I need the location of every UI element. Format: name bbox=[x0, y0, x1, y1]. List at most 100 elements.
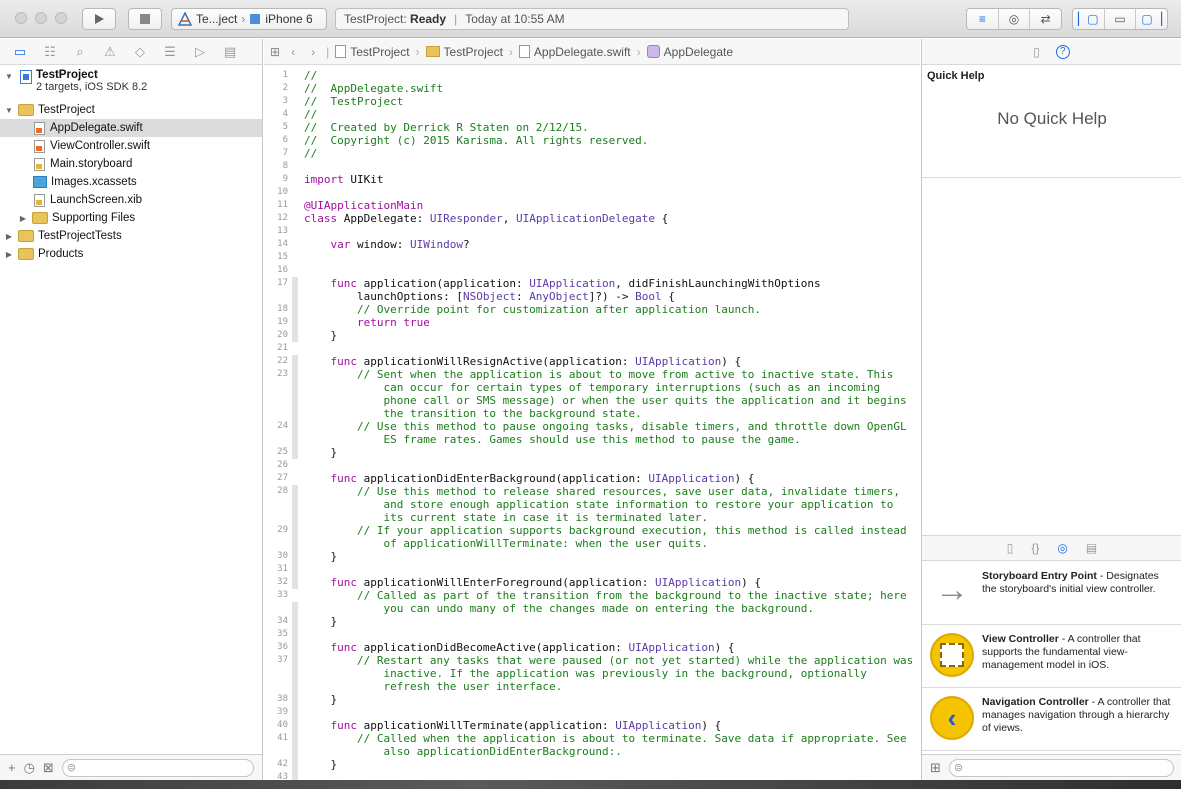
code-line: 37 // Restart any tasks that were paused… bbox=[264, 654, 920, 667]
navigator-toggle-icon[interactable]: ▏▢ bbox=[1073, 9, 1105, 29]
breakpoint-navigator-icon[interactable]: ▷ bbox=[190, 44, 210, 60]
filter-icon: ⊜ bbox=[66, 762, 77, 774]
disclosure-closed-icon[interactable]: ▶ bbox=[4, 250, 14, 259]
code-line: 4 // bbox=[264, 108, 920, 121]
tree-item-appdelegate-swift[interactable]: AppDelegate.swift bbox=[0, 119, 262, 137]
related-items-icon[interactable]: ⊞ bbox=[270, 45, 280, 59]
quick-help-title: Quick Help bbox=[927, 70, 985, 82]
tree-item-images-xcassets[interactable]: Images.xcassets bbox=[0, 173, 262, 191]
utilities-toggle-icon[interactable]: ▢▕ bbox=[1136, 9, 1167, 29]
stop-button[interactable] bbox=[128, 8, 162, 30]
library-item-view-controller[interactable]: View Controller - A controller that supp… bbox=[922, 625, 1181, 688]
debug-navigator-icon[interactable]: ☰ bbox=[160, 44, 180, 60]
navigator-filter-field[interactable]: ⊜ bbox=[61, 758, 254, 777]
disclosure-closed-icon[interactable]: ▶ bbox=[4, 232, 14, 241]
code-snippet-icon[interactable]: {} bbox=[1031, 541, 1039, 555]
breadcrumb-project[interactable]: TestProject bbox=[335, 45, 410, 59]
tree-item-supporting-files[interactable]: ▶ Supporting Files bbox=[0, 209, 262, 227]
file-inspector-icon[interactable]: ▯ bbox=[1033, 45, 1040, 59]
code-line: 34 } bbox=[264, 615, 920, 628]
line-number: 30 bbox=[277, 551, 288, 561]
tree-item-viewcontroller-swift[interactable]: ViewController.swift bbox=[0, 137, 262, 155]
find-navigator-icon[interactable]: ⌕ bbox=[70, 44, 90, 60]
view-controller-icon bbox=[930, 633, 974, 677]
breadcrumb-group[interactable]: TestProject bbox=[425, 45, 503, 59]
code-line: 6 // Copyright (c) 2015 Karisma. All righ… bbox=[264, 134, 920, 147]
code-fold-ribbon[interactable] bbox=[292, 355, 298, 459]
standard-editor-icon[interactable]: ≡ bbox=[967, 9, 999, 29]
report-navigator-icon[interactable]: ▤ bbox=[220, 44, 240, 60]
close-window-button[interactable] bbox=[15, 12, 27, 24]
zoom-window-button[interactable] bbox=[55, 12, 67, 24]
media-library-icon[interactable]: ▤ bbox=[1086, 541, 1097, 555]
disclosure-closed-icon[interactable]: ▶ bbox=[18, 214, 28, 223]
code-text: // Sent when the application is about to… bbox=[304, 368, 894, 381]
code-line: 9 import UIKit bbox=[264, 173, 920, 186]
line-number: 11 bbox=[277, 200, 288, 210]
breadcrumb-chevron: › bbox=[508, 44, 513, 59]
add-icon[interactable]: + bbox=[8, 760, 16, 775]
code-line: 5 // Created by Derrick R Staten on 2/12/… bbox=[264, 121, 920, 134]
forward-arrow-icon[interactable]: › bbox=[306, 45, 320, 59]
code-text: func application(application: UIApplicat… bbox=[330, 277, 821, 290]
scheme-project-label: Te...ject bbox=[196, 12, 238, 26]
version-editor-icon[interactable]: ⇄ bbox=[1030, 9, 1061, 29]
assistant-editor-icon[interactable]: ◎ bbox=[999, 9, 1031, 29]
issue-navigator-icon[interactable]: ⚠ bbox=[100, 44, 120, 60]
recent-files-icon[interactable]: ◷ bbox=[24, 760, 35, 776]
code-line: 40 func applicationWillTerminate(applica… bbox=[264, 719, 920, 732]
line-number: 41 bbox=[277, 733, 288, 743]
breadcrumb-label: AppDelegate.swift bbox=[533, 44, 631, 59]
tree-item-label: Supporting Files bbox=[52, 212, 136, 224]
source-editor-pane: ⊞ ‹ › | TestProject › TestProject › AppD… bbox=[264, 39, 920, 780]
code-fold-ribbon[interactable] bbox=[292, 667, 298, 745]
tree-item-products[interactable]: ▶ Products bbox=[0, 245, 262, 263]
library-filter-field[interactable]: ⊜ bbox=[948, 758, 1174, 777]
breadcrumb-chevron: › bbox=[636, 44, 641, 59]
library-item-storyboard-entry-point[interactable]: → Storyboard Entry Point - Designates th… bbox=[922, 562, 1181, 625]
breadcrumb-symbol[interactable]: AppDelegate bbox=[646, 45, 733, 59]
tree-item-label: Main.storyboard bbox=[50, 158, 133, 170]
inspector-divider bbox=[922, 177, 1181, 178]
library-footer: ⊞ ⊜ bbox=[922, 754, 1181, 780]
tree-item-launchscreen-xib[interactable]: LaunchScreen.xib bbox=[0, 191, 262, 209]
file-template-icon[interactable]: ▯ bbox=[1007, 541, 1014, 555]
disclosure-open-icon[interactable]: ▼ bbox=[4, 72, 14, 81]
tree-item-testproject[interactable]: ▼ TestProject bbox=[0, 101, 262, 119]
line-number: 15 bbox=[277, 252, 288, 262]
run-button[interactable] bbox=[82, 8, 116, 30]
code-fold-ribbon[interactable] bbox=[292, 745, 298, 780]
code-area[interactable]: 1//2// AppDelegate.swift 3// TestProject 4… bbox=[264, 67, 920, 780]
code-fold-ribbon[interactable] bbox=[292, 485, 298, 589]
code-line: 31 bbox=[264, 563, 920, 576]
test-navigator-icon[interactable]: ◇ bbox=[130, 44, 150, 60]
asset-catalog-icon bbox=[33, 176, 47, 188]
line-number: 32 bbox=[277, 577, 288, 587]
editor-mode-control: ≡ ◎ ⇄ bbox=[966, 8, 1062, 30]
code-text: // Copyright (c) 2015 Karisma. All right… bbox=[304, 134, 649, 147]
line-number: 12 bbox=[277, 213, 288, 223]
project-root-row[interactable]: ▼ TestProject 2 targets, iOS SDK 8.2 bbox=[0, 67, 262, 101]
scm-status-icon[interactable]: ⊠ bbox=[43, 760, 54, 776]
library-item-navigation-controller[interactable]: ‹ Navigation Controller - A controller t… bbox=[922, 688, 1181, 751]
code-line: 3 // TestProject bbox=[264, 95, 920, 108]
symbol-navigator-icon[interactable]: ☷ bbox=[40, 44, 60, 60]
code-fold-ribbon[interactable] bbox=[292, 277, 298, 342]
code-fold-ribbon[interactable] bbox=[292, 602, 298, 667]
grid-view-icon[interactable]: ⊞ bbox=[930, 760, 941, 776]
minimize-window-button[interactable] bbox=[35, 12, 47, 24]
tree-item-main-storyboard[interactable]: Main.storyboard bbox=[0, 155, 262, 173]
code-line: of applicationWillTerminate: when the us… bbox=[264, 537, 920, 550]
debug-toggle-icon[interactable]: ▭ bbox=[1105, 9, 1137, 29]
project-navigator-icon[interactable]: ▭ bbox=[10, 44, 30, 60]
breadcrumb-file[interactable]: AppDelegate.swift bbox=[518, 44, 631, 59]
back-arrow-icon[interactable]: ‹ bbox=[286, 45, 300, 59]
code-text: // Override point for customization afte… bbox=[304, 303, 761, 316]
tree-item-testprojecttests[interactable]: ▶ TestProjectTests bbox=[0, 227, 262, 245]
disclosure-open-icon[interactable]: ▼ bbox=[4, 106, 14, 115]
code-text: import UIKit bbox=[304, 173, 384, 186]
object-library-icon[interactable]: ◎ bbox=[1057, 541, 1067, 555]
scheme-selector[interactable]: Te...ject › iPhone 6 bbox=[171, 8, 327, 30]
filter-icon: ⊜ bbox=[953, 762, 964, 774]
quick-help-icon[interactable]: ? bbox=[1055, 44, 1070, 59]
